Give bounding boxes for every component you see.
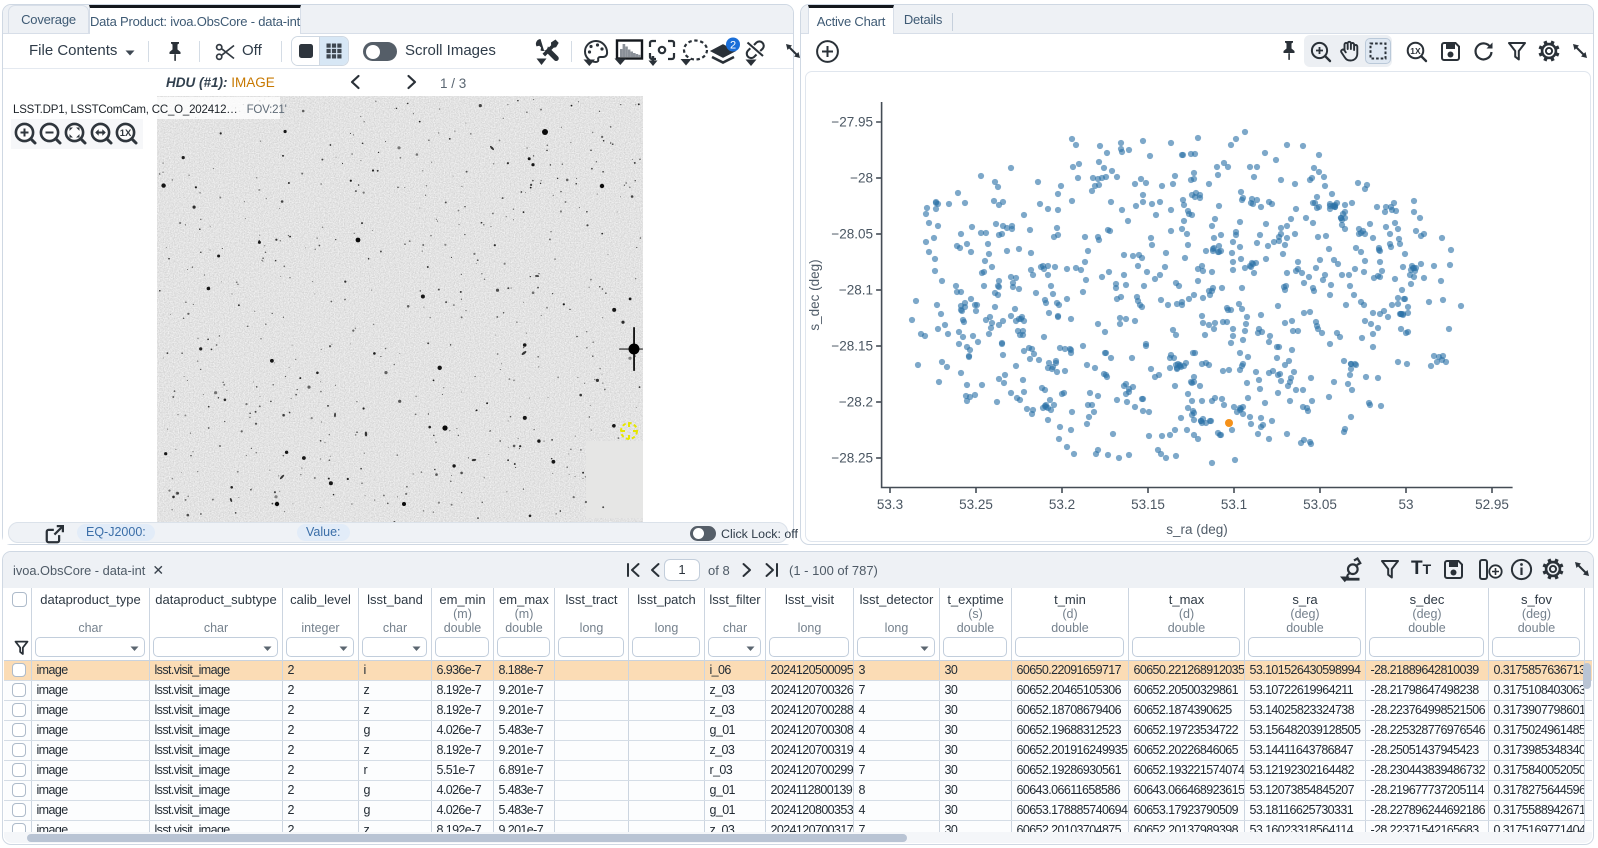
svg-text:−28.15: −28.15 [831, 339, 873, 354]
svg-text:−28.1: −28.1 [839, 283, 873, 298]
svg-text:53: 53 [1398, 497, 1413, 512]
svg-text:−27.95: −27.95 [831, 115, 873, 130]
svg-text:52.95: 52.95 [1475, 497, 1509, 512]
svg-text:−28.25: −28.25 [831, 451, 873, 466]
svg-text:53.25: 53.25 [959, 497, 993, 512]
svg-text:53.05: 53.05 [1303, 497, 1337, 512]
svg-text:1X: 1X [120, 128, 132, 139]
svg-text:−28.2: −28.2 [839, 395, 873, 410]
svg-text:2: 2 [730, 40, 736, 52]
svg-text:53.1: 53.1 [1221, 497, 1247, 512]
svg-text:1X: 1X [1410, 46, 1421, 56]
svg-text:53.2: 53.2 [1049, 497, 1075, 512]
svg-text:−28.05: −28.05 [831, 227, 873, 242]
svg-text:s_ra (deg): s_ra (deg) [1166, 522, 1228, 537]
svg-text:53.15: 53.15 [1131, 497, 1165, 512]
svg-text:s_dec (deg): s_dec (deg) [807, 259, 822, 330]
svg-text:−28: −28 [850, 171, 873, 186]
svg-text:53.3: 53.3 [877, 497, 903, 512]
